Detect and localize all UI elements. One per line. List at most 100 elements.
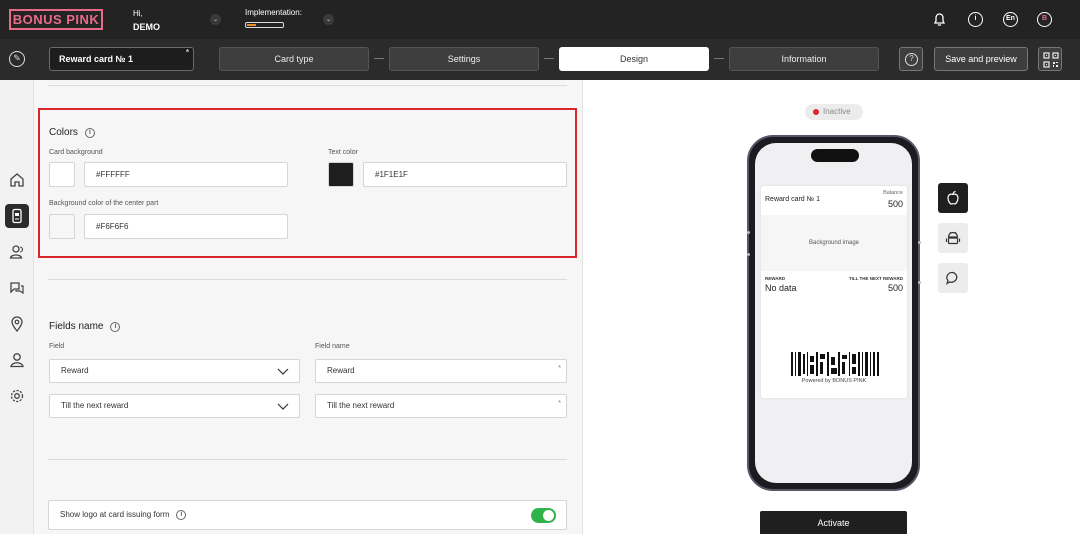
qr-code-icon: [1043, 52, 1059, 68]
location-pin-icon: [11, 316, 23, 332]
status-badge: Inactive: [805, 104, 863, 120]
preview-reward-label: REWARD: [765, 276, 785, 281]
card-background-swatch[interactable]: [49, 162, 75, 187]
field-select-value: Reward: [61, 366, 89, 375]
preview-next-label: TILL THE NEXT REWARD: [848, 276, 903, 281]
sidebar-item-messages[interactable]: [5, 276, 29, 300]
save-and-preview-button[interactable]: Save and preview: [934, 47, 1028, 71]
speech-bubble-icon: [945, 271, 958, 285]
left-sidebar: [0, 80, 34, 534]
chevron-down-icon: [277, 368, 289, 375]
top-bar: BONUS PINK Hi, DEMO ⌄ Implementation: ⌄ …: [0, 0, 1080, 39]
user-menu-chevron-icon[interactable]: ⌄: [210, 14, 221, 25]
card-background-input[interactable]: #FFFFFF: [84, 162, 288, 187]
android-icon: [945, 231, 961, 245]
divider: [48, 459, 567, 460]
question-icon: ?: [905, 53, 918, 66]
field-select-reward[interactable]: Reward: [49, 359, 300, 383]
chevron-down-icon: [277, 403, 289, 410]
center-background-input[interactable]: #F6F6F6: [84, 214, 288, 239]
card-phone-icon: [12, 208, 22, 224]
step-divider: [714, 58, 724, 59]
required-mark: *: [185, 48, 189, 57]
show-logo-toggle[interactable]: [531, 508, 556, 523]
user-greeting[interactable]: Hi, DEMO: [133, 9, 160, 32]
required-mark: *: [558, 365, 561, 372]
wallet-card-preview: Reward card № 1 Balance 500 Background i…: [761, 186, 907, 398]
phone-side-button: [918, 241, 921, 244]
fields-title-text: Fields name: [49, 321, 104, 332]
sidebar-item-home[interactable]: [5, 168, 29, 192]
divider: [48, 85, 567, 86]
implementation-progress: [245, 22, 284, 28]
activate-button[interactable]: Activate: [760, 511, 907, 534]
status-text: Inactive: [823, 107, 851, 116]
field-name-input-reward[interactable]: Reward *: [315, 359, 567, 383]
tab-information[interactable]: Information: [729, 47, 879, 71]
platform-apple-button[interactable]: [938, 183, 968, 213]
language-button[interactable]: En: [1003, 12, 1018, 27]
platform-android-button[interactable]: [938, 223, 968, 253]
preview-next-value: 500: [887, 283, 903, 293]
phone-notch: [811, 149, 859, 162]
qr-code-button[interactable]: [1038, 47, 1062, 71]
sidebar-item-settings[interactable]: [5, 384, 29, 408]
phone-side-button: [918, 281, 921, 284]
fields-section-title: Fields name i: [49, 321, 121, 332]
sidebar-item-clients[interactable]: [5, 240, 29, 264]
gear-icon: [10, 389, 24, 403]
tab-settings[interactable]: Settings: [389, 47, 539, 71]
info-icon[interactable]: i: [968, 12, 983, 27]
text-color-swatch[interactable]: [328, 162, 354, 187]
implementation-label: Implementation:: [245, 8, 302, 17]
phone-side-button: [747, 231, 750, 234]
fields-info-icon[interactable]: i: [110, 322, 121, 332]
colors-section-title: Colors i: [49, 127, 95, 138]
chat-icon: [10, 282, 24, 295]
tab-card-type[interactable]: Card type: [219, 47, 369, 71]
phone-mockup: Reward card № 1 Balance 500 Background i…: [747, 135, 920, 491]
field-select-next-reward[interactable]: Till the next reward: [49, 394, 300, 418]
toggle-knob: [543, 510, 554, 521]
platform-message-button[interactable]: [938, 263, 968, 293]
required-mark: *: [558, 400, 561, 407]
card-preview-panel: Inactive Reward card № 1 Balance 500 Bac…: [582, 80, 1080, 534]
design-form: Colors i Card background #FFFFFF Text col…: [34, 80, 582, 534]
divider: [48, 279, 567, 280]
field-column-label: Field: [49, 343, 65, 350]
colors-info-icon[interactable]: i: [84, 128, 95, 138]
help-button[interactable]: ?: [899, 47, 923, 71]
sidebar-item-locations[interactable]: [5, 312, 29, 336]
card-background-label: Card background: [49, 149, 103, 156]
user-icon: [10, 353, 24, 368]
text-color-input[interactable]: #1F1E1F: [363, 162, 567, 187]
implementation-chevron-icon[interactable]: ⌄: [323, 14, 334, 25]
status-dot: [813, 109, 819, 115]
avatar[interactable]: B: [1037, 12, 1052, 27]
implementation-progress-fill: [247, 24, 257, 26]
field-name-value: Reward: [327, 366, 355, 375]
sidebar-item-cards[interactable]: [5, 204, 29, 228]
card-name-input[interactable]: Reward card № 1 *: [49, 47, 194, 71]
brand-logo[interactable]: BONUS PINK: [9, 9, 103, 30]
users-icon: [9, 245, 24, 259]
show-logo-info-icon[interactable]: i: [176, 510, 187, 520]
text-color-label: Text color: [328, 149, 358, 156]
tab-design[interactable]: Design: [559, 47, 709, 71]
show-logo-label: Show logo at card issuing form: [60, 510, 170, 519]
apple-icon: [947, 190, 959, 205]
edit-pen-icon[interactable]: ✎: [9, 51, 25, 67]
user-name: DEMO: [133, 22, 160, 32]
field-name-column-label: Field name: [315, 343, 350, 350]
preview-balance-value: 500: [887, 199, 903, 209]
show-logo-row: Show logo at card issuing form i: [48, 500, 567, 530]
colors-title-text: Colors: [49, 127, 78, 138]
barcode-icon: [791, 352, 879, 376]
bell-icon[interactable]: [932, 12, 947, 27]
field-name-input-next-reward[interactable]: Till the next reward *: [315, 394, 567, 418]
card-name-value: Reward card № 1: [59, 54, 134, 64]
powered-by-text: Powered by BONUS PINK: [801, 378, 867, 384]
sidebar-item-profile[interactable]: [5, 348, 29, 372]
preview-card-title: Reward card № 1: [765, 196, 820, 203]
center-background-swatch[interactable]: [49, 214, 75, 239]
